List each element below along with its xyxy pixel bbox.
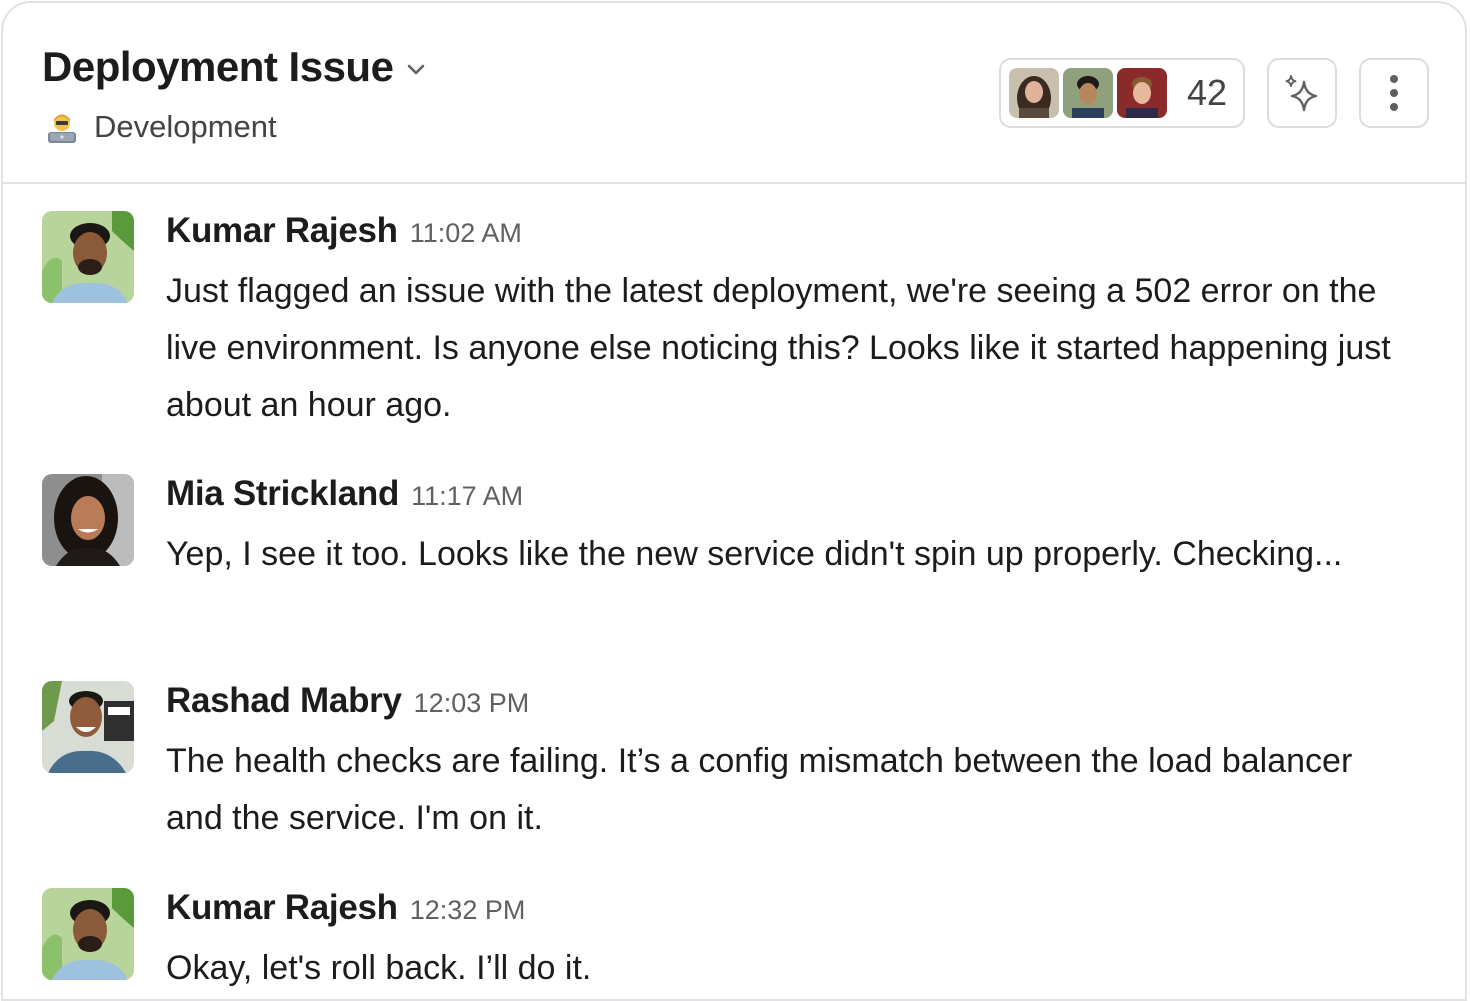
message-header: Kumar Rajesh 11:02 AM [166, 211, 1406, 261]
member-avatar [1117, 68, 1167, 118]
message-text: Yep, I see it too. Looks like the new se… [166, 535, 1343, 573]
members-button[interactable]: 42 [999, 58, 1245, 128]
channel-window: Deployment Issue Development 42 Kumar Ra… [1, 1, 1467, 1001]
message-header: Rashad Mabry 12:03 PM [166, 681, 1406, 731]
timestamp[interactable]: 12:32 PM [410, 895, 526, 926]
member-count: 42 [1187, 72, 1228, 113]
kebab-menu-icon [1390, 75, 1398, 111]
message-header: Kumar Rajesh 12:32 PM [166, 888, 1406, 938]
avatar[interactable] [42, 888, 134, 980]
author-name[interactable]: Rashad Mabry [166, 681, 402, 721]
technologist-emoji-icon [48, 114, 76, 143]
channel-header: Deployment Issue Development 42 [3, 3, 1465, 184]
author-name[interactable]: Kumar Rajesh [166, 211, 398, 251]
message-body: Kumar Rajesh 11:02 AM Just flagged an is… [166, 211, 1406, 434]
channel-subtitle: Development [45, 109, 277, 145]
message-text: Okay, let's roll back. I’ll do it. [166, 949, 592, 987]
avatar[interactable] [42, 211, 134, 303]
message-body: Mia Strickland 11:17 AM Yep, I see it to… [166, 474, 1406, 583]
member-avatar [1009, 68, 1059, 118]
avatar[interactable] [42, 474, 134, 566]
message-header: Mia Strickland 11:17 AM [166, 474, 1406, 524]
more-options-button[interactable] [1359, 58, 1429, 128]
message-body: Kumar Rajesh 12:32 PM Okay, let's roll b… [166, 888, 1406, 997]
channel-title-button[interactable]: Deployment Issue [42, 43, 427, 91]
sparkle-icon [1285, 75, 1318, 112]
channel-subtitle-label: Development [94, 109, 277, 144]
channel-title: Deployment Issue [42, 43, 394, 90]
message-text: The health checks are failing. It’s a co… [166, 742, 1353, 837]
message-text: Just flagged an issue with the latest de… [166, 272, 1391, 424]
author-name[interactable]: Mia Strickland [166, 474, 399, 514]
member-avatar [1063, 68, 1113, 118]
author-name[interactable]: Kumar Rajesh [166, 888, 398, 928]
timestamp[interactable]: 11:17 AM [411, 481, 523, 512]
timestamp[interactable]: 12:03 PM [414, 688, 530, 719]
avatar[interactable] [42, 681, 134, 773]
message-body: Rashad Mabry 12:03 PM The health checks … [166, 681, 1406, 847]
chevron-down-icon [408, 64, 425, 75]
timestamp[interactable]: 11:02 AM [410, 218, 522, 249]
ai-summary-button[interactable] [1267, 58, 1337, 128]
